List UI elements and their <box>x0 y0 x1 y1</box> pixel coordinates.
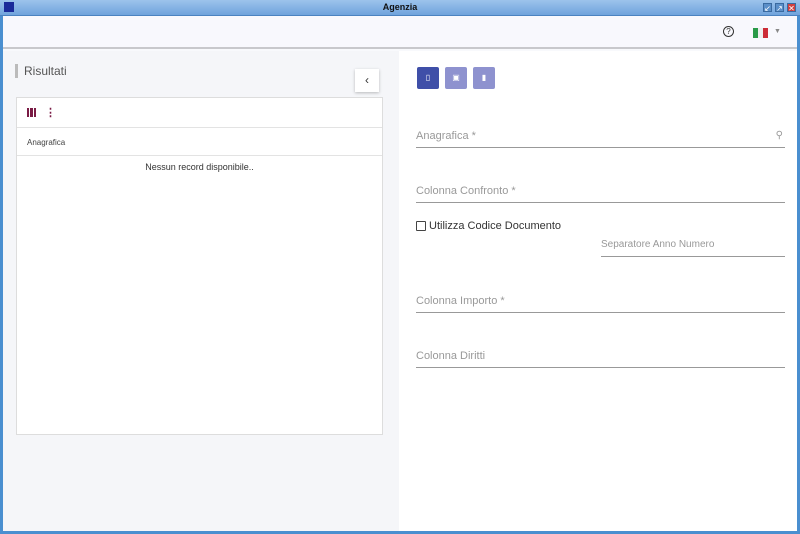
results-title: Risultati <box>15 64 67 78</box>
columns-icon[interactable] <box>27 108 36 117</box>
colonna-importo-label: Colonna Importo * <box>416 295 505 307</box>
italian-flag-icon[interactable] <box>753 28 768 38</box>
minimize-button[interactable]: ↙ <box>763 3 772 13</box>
anagrafica-field[interactable]: Anagrafica * ⚲ <box>416 130 785 148</box>
top-header: ? ▼ <box>3 16 797 49</box>
checkbox-box[interactable] <box>416 221 426 231</box>
detail-panel: ▯ ▣ ▮ Anagrafica * ⚲ Colonna Confronto *… <box>399 51 797 531</box>
colonna-importo-field[interactable]: Colonna Importo * <box>416 295 785 313</box>
colonna-diritti-label: Colonna Diritti <box>416 350 486 362</box>
help-icon[interactable]: ? <box>723 26 734 37</box>
close-button[interactable]: ✕ <box>787 3 796 13</box>
maximize-button[interactable]: ↗ <box>775 3 784 13</box>
delete-button[interactable]: ▮ <box>473 67 495 89</box>
column-header-anagrafica[interactable]: Anagrafica <box>17 128 382 156</box>
results-panel: Risultati ‹ ⋮ Anagrafica Nessun record d… <box>3 51 399 531</box>
results-grid: ⋮ Anagrafica Nessun record disponibile.. <box>16 97 383 435</box>
empty-message: Nessun record disponibile.. <box>145 162 254 172</box>
utilizza-codice-checkbox[interactable]: Utilizza Codice Documento <box>416 220 561 232</box>
colonna-diritti-field[interactable]: Colonna Diritti <box>416 350 785 368</box>
more-options-icon[interactable]: ⋮ <box>45 106 56 119</box>
anagrafica-label: Anagrafica * <box>416 130 476 142</box>
colonna-confronto-field[interactable]: Colonna Confronto * <box>416 185 785 203</box>
search-icon[interactable]: ⚲ <box>776 130 783 141</box>
language-dropdown-caret-icon[interactable]: ▼ <box>774 28 781 35</box>
save-button[interactable]: ▣ <box>445 67 467 89</box>
colonna-confronto-label: Colonna Confronto * <box>416 185 516 197</box>
new-button[interactable]: ▯ <box>417 67 439 89</box>
app-client: ? ▼ Risultati ‹ ⋮ Anagrafica Nessun reco… <box>3 16 797 531</box>
delete-icon: ▮ <box>481 73 487 82</box>
new-document-icon: ▯ <box>425 73 431 82</box>
grid-toolbar: ⋮ <box>17 98 382 128</box>
collapse-panel-button[interactable]: ‹ <box>355 69 379 92</box>
separatore-label: Separatore Anno Numero <box>601 239 715 250</box>
window-titlebar: Agenzia ↙ ↗ ✕ <box>0 0 800 16</box>
window-title: Agenzia <box>382 2 418 12</box>
separatore-field[interactable]: Separatore Anno Numero <box>601 239 785 257</box>
utilizza-codice-label: Utilizza Codice Documento <box>429 220 562 232</box>
save-icon: ▣ <box>452 73 460 82</box>
